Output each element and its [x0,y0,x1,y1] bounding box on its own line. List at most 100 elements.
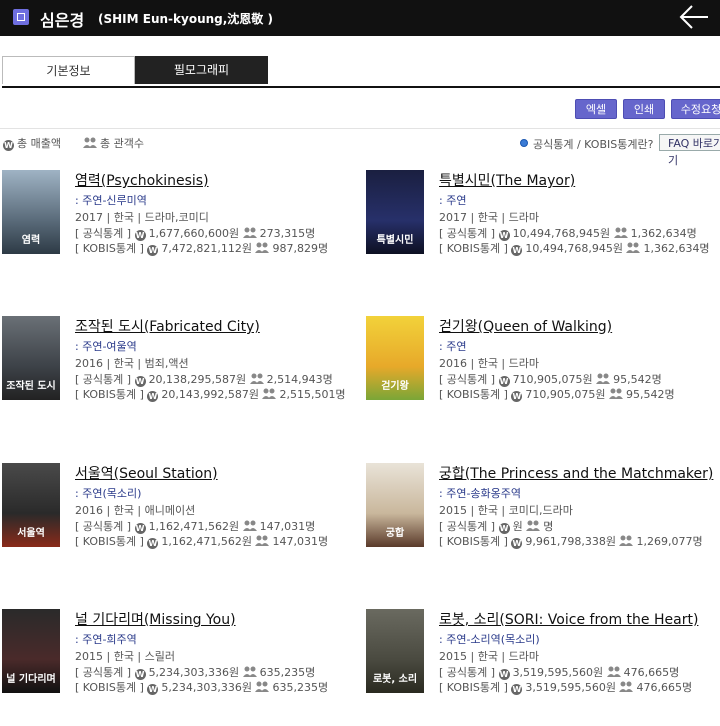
official-audience: 476,665명 [623,666,680,679]
people-icon [242,666,257,677]
official-sales: 1,162,471,562원 [148,520,240,533]
official-stats: [ 공식통계 ] W원 명 [439,518,553,534]
poster-title-art: 궁합 [385,528,405,539]
official-stats: [ 공식통계 ] W 10,494,768,945원 1,362,634명 [439,225,697,241]
film-poster[interactable]: 서울역 [2,463,60,547]
official-stats: [ 공식통계 ] W 5,234,303,336원 635,235명 [75,664,315,680]
kobis-audience: 95,542명 [625,388,675,401]
people-icon [608,388,623,399]
won-icon: W [147,245,159,256]
kobis-audience: 147,031명 [272,535,329,548]
film-role: : 주연-송화옹주역 [439,487,522,500]
poster-title-art: 걷기왕 [381,381,409,392]
kobis-sales: 5,234,303,336원 [161,681,252,694]
official-label: [ 공식통계 ] [75,227,132,240]
poster-title-art: 널 기다리며 [6,674,56,685]
won-icon: W [147,538,159,549]
kobis-stats: [ KOBIS통계 ] W 5,234,303,336원 635,235명 [75,679,328,695]
people-icon [626,242,641,253]
kobis-stats: [ KOBIS통계 ] W 1,162,471,562원 147,031명 [75,533,328,549]
film-poster[interactable]: 로봇, 소리 [366,609,424,693]
won-icon: W [511,684,523,695]
official-stats: [ 공식통계 ] W 1,162,471,562원 147,031명 [75,518,315,534]
official-label: [ 공식통계 ] [75,666,132,679]
film-meta: 2016 | 한국 | 범죄,액션 [75,357,189,370]
kobis-sales: 7,472,821,112원 [161,242,252,255]
film-title[interactable]: 특별시민(The Mayor) [439,170,575,190]
top-header: 심은경 (SHIM Eun-kyoung,沈恩敬 ) [0,0,720,36]
tab-bar: 기본정보 필모그래피 [2,56,720,88]
film-title[interactable]: 널 기다리며(Missing You) [75,609,236,629]
people-icon [526,520,541,531]
film-title[interactable]: 궁합(The Princess and the Matchmaker) [439,463,713,483]
official-sales: 5,234,303,336원 [148,666,240,679]
official-sales: 10,494,768,945원 [512,227,611,240]
film-title[interactable]: 걷기왕(Queen of Walking) [439,316,612,336]
people-icon [619,535,634,546]
kobis-sales: 3,519,595,560원 [525,681,616,694]
official-stats: [ 공식통계 ] W 20,138,295,587원 2,514,943명 [75,371,333,387]
faq-button[interactable]: FAQ 바로가기 [659,134,720,167]
film-poster[interactable]: 널 기다리며 [2,609,60,693]
official-audience: 273,315명 [259,227,316,240]
film-title[interactable]: 조작된 도시(Fabricated City) [75,316,260,336]
kobis-sales: 10,494,768,945원 [525,242,623,255]
kobis-label: [ KOBIS통계 ] [75,681,144,694]
people-icon [255,535,270,546]
film-title[interactable]: 서울역(Seoul Station) [75,463,218,483]
film-poster[interactable]: 조작된 도시 [2,316,60,400]
film-role: : 주연-소리역(목소리) [439,633,540,646]
stats-info-link[interactable]: 공식통계 / KOBIS통계란? [520,136,653,152]
film-poster[interactable]: 걷기왕 [366,316,424,400]
person-name: 심은경 [40,11,85,30]
kobis-sales: 710,905,075원 [525,388,606,401]
legend-audience-label: 총 관객수 [100,137,144,150]
kobis-label: [ KOBIS통계 ] [75,242,144,255]
kobis-label: [ KOBIS통계 ] [439,535,508,548]
poster-title-art: 염력 [21,235,41,246]
kobis-audience: 1,362,634명 [643,242,710,255]
film-title[interactable]: 염력(Psychokinesis) [75,170,209,190]
film-role: : 주연 [439,194,467,207]
legend-sales-label: 총 매출액 [17,137,61,150]
edit-request-button[interactable]: 수정요청 [671,99,720,119]
people-icon [262,388,277,399]
official-stats: [ 공식통계 ] W 3,519,595,560원 476,665명 [439,664,679,680]
kobis-stats: [ KOBIS통계 ] W 20,143,992,587원 2,515,501명 [75,386,346,402]
poster-title-art: 서울역 [17,528,45,539]
film-meta: 2016 | 한국 | 애니메이션 [75,504,196,517]
won-icon: W [147,684,159,695]
official-sales: 원 [512,520,523,533]
tab-filmography[interactable]: 필모그래피 [135,56,268,84]
official-audience: 1,362,634명 [630,227,697,240]
kobis-sales: 20,143,992,587원 [161,388,259,401]
bullet-icon [520,139,528,147]
film-meta: 2015 | 한국 | 코미디,드라마 [439,504,573,517]
person-eng-name: (SHIM Eun-kyoung,沈恩敬 ) [98,12,273,26]
back-arrow-icon[interactable] [678,3,710,31]
tab-basic-info[interactable]: 기본정보 [2,56,135,84]
film-role: : 주연-신루미역 [75,194,147,207]
official-sales: 1,677,660,600원 [148,227,240,240]
official-sales: 20,138,295,587원 [148,373,247,386]
people-icon [596,373,611,384]
kobis-audience: 635,235명 [272,681,329,694]
kobis-sales: 1,162,471,562원 [161,535,252,548]
film-meta: 2015 | 한국 | 드라마 [439,650,539,663]
official-audience: 2,514,943명 [266,373,333,386]
print-button[interactable]: 인쇄 [623,99,665,119]
film-poster[interactable]: 궁합 [366,463,424,547]
film-title[interactable]: 로봇, 소리(SORI: Voice from the Heart) [439,609,698,629]
film-poster[interactable]: 염력 [2,170,60,254]
film-meta: 2017 | 한국 | 드라마 [439,211,539,224]
film-meta: 2015 | 한국 | 스릴러 [75,650,175,663]
kobis-label: [ KOBIS통계 ] [439,242,508,255]
poster-title-art: 로봇, 소리 [372,674,418,685]
official-audience: 95,542명 [613,373,662,386]
film-poster[interactable]: 특별시민 [366,170,424,254]
excel-button[interactable]: 엑셀 [575,99,617,119]
official-label: [ 공식통계 ] [439,520,496,533]
people-icon [242,520,257,531]
won-icon: W [511,245,523,256]
film-role: : 주연(목소리) [75,487,142,500]
